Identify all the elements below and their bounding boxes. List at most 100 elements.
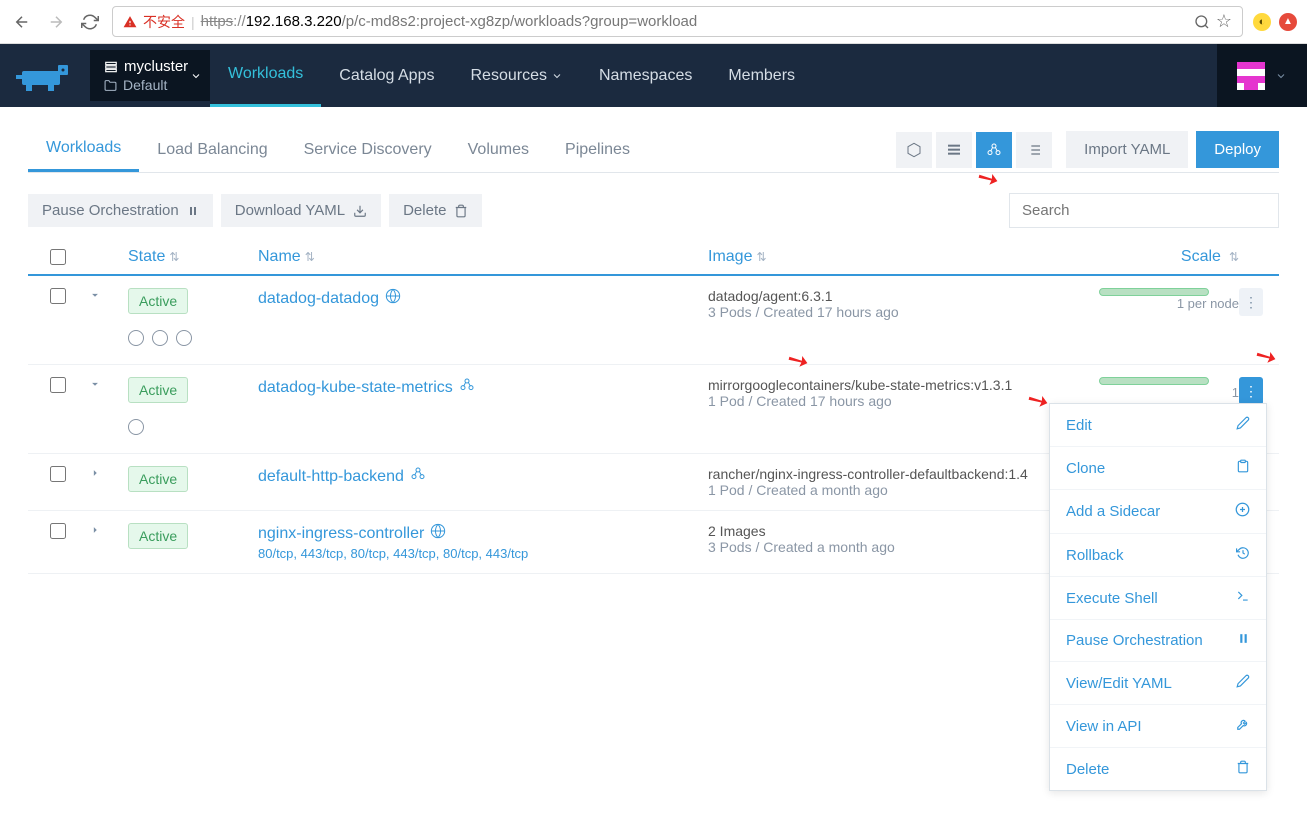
chevron-down-icon <box>551 70 563 82</box>
delete-button[interactable]: Delete <box>389 194 482 227</box>
image-name: 2 Images <box>708 523 1099 539</box>
view-flat[interactable] <box>896 132 932 168</box>
scale-bar <box>1099 288 1209 296</box>
nav-workloads[interactable]: Workloads <box>210 44 321 107</box>
download-icon <box>353 204 367 218</box>
ctx-rollback[interactable]: Rollback <box>1050 534 1266 577</box>
state-badge: Active <box>128 377 188 403</box>
logo[interactable] <box>0 61 90 91</box>
nav-namespaces[interactable]: Namespaces <box>581 44 710 107</box>
forward-button[interactable] <box>44 10 68 34</box>
expand-toggle[interactable] <box>88 466 128 483</box>
clipboard-icon <box>1236 459 1250 477</box>
pod-indicator[interactable] <box>176 330 192 346</box>
cube-icon <box>410 466 426 487</box>
download-yaml-button[interactable]: Download YAML <box>221 194 381 227</box>
state-badge: Active <box>128 288 188 314</box>
pause-icon <box>187 205 199 217</box>
project-name: Default <box>123 77 167 93</box>
expand-toggle[interactable] <box>88 377 128 394</box>
avatar <box>1237 62 1265 90</box>
view-options <box>896 132 1052 168</box>
row-checkbox[interactable] <box>50 377 66 393</box>
pod-indicator[interactable] <box>128 419 144 435</box>
nav-catalog[interactable]: Catalog Apps <box>321 44 452 107</box>
pause-icon <box>1237 632 1250 649</box>
reload-button[interactable] <box>78 10 102 34</box>
subtab-volumes[interactable]: Volumes <box>450 129 547 171</box>
col-name[interactable]: Name⇅ <box>258 248 708 266</box>
terminal-icon <box>1236 589 1250 607</box>
expand-toggle[interactable] <box>88 523 128 540</box>
globe-icon <box>430 523 446 544</box>
view-list[interactable] <box>936 132 972 168</box>
trash-icon <box>454 204 468 218</box>
url-text: https://192.168.3.220/p/c-md8s2:project-… <box>201 13 1188 30</box>
view-namespace[interactable] <box>1016 132 1052 168</box>
ctx-execute-shell[interactable]: Execute Shell <box>1050 577 1266 620</box>
insecure-icon <box>123 15 137 29</box>
import-yaml-button[interactable]: Import YAML <box>1066 131 1188 168</box>
cluster-selector[interactable]: mycluster Default <box>90 50 210 101</box>
pod-indicator[interactable] <box>152 330 168 346</box>
table-row: Activedatadog-kube-state-metrics mirrorg… <box>28 365 1279 454</box>
image-meta: 1 Pod / Created a month ago <box>708 482 1099 498</box>
ext-icon-1[interactable]: ◐ <box>1253 13 1271 31</box>
row-checkbox[interactable] <box>50 288 66 304</box>
state-badge: Active <box>128 523 188 549</box>
subtab-workloads[interactable]: Workloads <box>28 127 139 172</box>
ctx-add-a-sidecar[interactable]: Add a Sidecar <box>1050 490 1266 534</box>
deploy-button[interactable]: Deploy <box>1196 131 1279 168</box>
ctx-delete[interactable]: Delete <box>1050 748 1266 790</box>
image-name: rancher/nginx-ingress-controller-default… <box>708 466 1099 482</box>
ctx-pause-orchestration[interactable]: Pause Orchestration <box>1050 620 1266 662</box>
scale-text: 1 <box>1099 385 1239 400</box>
workload-name-link[interactable]: datadog-datadog <box>258 288 708 309</box>
search-input[interactable] <box>1022 202 1266 219</box>
url-bar[interactable]: 不安全 | https://192.168.3.220/p/c-md8s2:pr… <box>112 6 1243 37</box>
back-button[interactable] <box>10 10 34 34</box>
workload-name-link[interactable]: default-http-backend <box>258 466 708 487</box>
col-image[interactable]: Image⇅ <box>708 248 1099 266</box>
nav-members[interactable]: Members <box>710 44 813 107</box>
pause-orchestration-button[interactable]: Pause Orchestration <box>28 194 213 227</box>
col-scale[interactable]: Scale⇅ <box>1099 248 1239 266</box>
extension-icons: ◐ ▲ <box>1253 13 1297 31</box>
ext-icon-2[interactable]: ▲ <box>1279 13 1297 31</box>
plus-circle-icon <box>1235 502 1250 521</box>
star-icon[interactable]: ☆ <box>1216 11 1232 32</box>
ctx-edit[interactable]: Edit <box>1050 404 1266 447</box>
ctx-view-edit-yaml[interactable]: View/Edit YAML <box>1050 662 1266 705</box>
ctx-clone[interactable]: Clone <box>1050 447 1266 490</box>
tools-icon <box>1236 717 1250 735</box>
row-checkbox[interactable] <box>50 466 66 482</box>
state-badge: Active <box>128 466 188 492</box>
view-group[interactable] <box>976 132 1012 168</box>
select-all-checkbox[interactable] <box>50 249 66 265</box>
row-menu-button[interactable]: ⋮ <box>1239 377 1263 405</box>
subtab-load-balancing[interactable]: Load Balancing <box>139 129 285 171</box>
col-state[interactable]: State⇅ <box>128 248 258 266</box>
top-bar: mycluster Default Workloads Catalog Apps… <box>0 44 1307 107</box>
expand-toggle[interactable] <box>88 288 128 305</box>
scale-text: 1 per node <box>1099 296 1239 311</box>
browser-bar: 不安全 | https://192.168.3.220/p/c-md8s2:pr… <box>0 0 1307 44</box>
cluster-name: mycluster <box>124 58 188 75</box>
workload-name-link[interactable]: nginx-ingress-controller <box>258 523 708 544</box>
image-name: datadog/agent:6.3.1 <box>708 288 1099 304</box>
pod-indicator[interactable] <box>128 330 144 346</box>
row-checkbox[interactable] <box>50 523 66 539</box>
workloads-table: State⇅ Name⇅ Image⇅ Scale⇅ Active datadog… <box>28 240 1279 574</box>
user-menu[interactable] <box>1217 44 1307 107</box>
nav-resources[interactable]: Resources <box>452 44 580 107</box>
search-icon[interactable] <box>1194 14 1210 30</box>
ctx-view-in-api[interactable]: View in API <box>1050 705 1266 748</box>
globe-icon <box>385 288 401 309</box>
search-box[interactable] <box>1009 193 1279 228</box>
image-meta: 3 Pods / Created 17 hours ago <box>708 304 1099 320</box>
subtab-pipelines[interactable]: Pipelines <box>547 129 648 171</box>
context-menu: EditCloneAdd a SidecarRollbackExecute Sh… <box>1049 403 1267 791</box>
workload-name-link[interactable]: datadog-kube-state-metrics <box>258 377 708 398</box>
row-menu-button[interactable]: ⋮ <box>1239 288 1263 316</box>
subtab-service-discovery[interactable]: Service Discovery <box>286 129 450 171</box>
